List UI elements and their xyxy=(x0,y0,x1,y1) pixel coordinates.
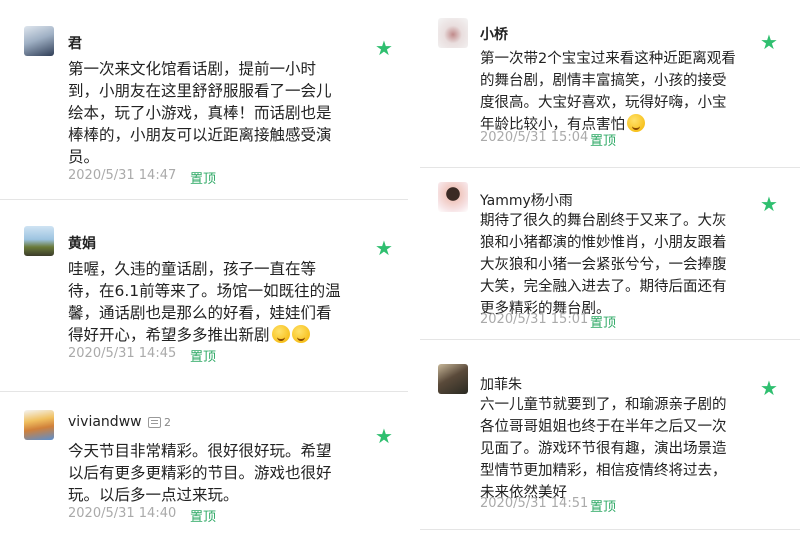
comment-timestamp: 2020/5/31 14:47 xyxy=(68,168,177,183)
comment-text-line: 玩。以后多一点过来玩。 xyxy=(68,486,239,504)
comment-text-line: 哇喔，久违的童话剧，孩子一直在等 xyxy=(68,260,317,278)
comment-timestamp: 2020/5/31 15:04 xyxy=(480,130,589,145)
grimace-emoji-icon xyxy=(627,114,645,132)
comment-text-line: 型情节更加精彩，相信疫情终将过去， xyxy=(480,463,727,479)
comment-text-line: 绘本，玩了小游戏，真棒！而话剧也是 xyxy=(68,104,332,122)
comment-text: 第一次带2个宝宝过来看这种近距离观看 的舞台剧，剧情丰富搞笑，小孩的接受 度很高… xyxy=(480,48,780,136)
pin-link[interactable]: 置顶 xyxy=(590,496,616,515)
pin-link[interactable]: 置顶 xyxy=(190,346,216,365)
pin-link[interactable]: 置顶 xyxy=(190,168,216,187)
comment-text: 今天节目非常精彩。很好很好玩。希望 以后有更多更精彩的节目。游戏也很好 玩。以后… xyxy=(68,440,388,506)
comment-text-line: 待，在6.1前等来了。场馆一如既往的温 xyxy=(68,282,341,300)
comment-author[interactable]: 君 xyxy=(68,33,82,53)
comment-text-fragment: 得好开心，希望多多推出新剧 xyxy=(68,326,270,344)
comment-timestamp: 2020/5/31 14:45 xyxy=(68,346,177,361)
comment-text-line: 度很高。大宝好喜欢，玩得好嗨，小宝 xyxy=(480,95,727,111)
avatar[interactable] xyxy=(24,226,54,256)
comment-author[interactable]: 小桥 xyxy=(480,24,508,44)
comment-text: 六一儿童节就要到了，和瑜源亲子剧的 各位哥哥姐姐也终于在半年之后又一次 见面了。… xyxy=(480,394,780,504)
column-gap xyxy=(412,0,418,542)
comment-column-left: 君 ★ 第一次来文化馆看话剧，提前一小时 到，小朋友在这里舒舒服服看了一会儿 绘… xyxy=(0,0,408,542)
avatar[interactable] xyxy=(24,26,54,56)
avatar[interactable] xyxy=(438,18,468,48)
comment-text-line: 期待了很久的舞台剧终于又来了。大灰 xyxy=(480,213,727,229)
comment-text-line: 第一次来文化馆看话剧，提前一小时 xyxy=(68,60,317,78)
avatar[interactable] xyxy=(438,182,468,212)
comment-text-line: 大笑，完全融入进去了。期待后面还有 xyxy=(480,279,727,295)
avatar[interactable] xyxy=(24,410,54,440)
reply-count-badge[interactable]: 2 xyxy=(148,416,171,429)
comment-text-line: 员。 xyxy=(68,148,100,166)
comment-text-line: 馨，通话剧也是那么的好看，娃娃们看 xyxy=(68,304,332,322)
comment-item: 君 ★ 第一次来文化馆看话剧，提前一小时 到，小朋友在这里舒舒服服看了一会儿 绘… xyxy=(0,0,408,200)
pin-link[interactable]: 置顶 xyxy=(590,312,616,331)
comment-item: 加菲朱 ★ 六一儿童节就要到了，和瑜源亲子剧的 各位哥哥姐姐也终于在半年之后又一… xyxy=(420,340,800,530)
comment-author[interactable]: 加菲朱 xyxy=(480,374,522,394)
comment-item: 小桥 ★ 第一次带2个宝宝过来看这种近距离观看 的舞台剧，剧情丰富搞笑，小孩的接… xyxy=(420,0,800,168)
comment-item: Yammy杨小雨 ★ 期待了很久的舞台剧终于又来了。大灰 狼和小猪都演的惟妙惟肖… xyxy=(420,168,800,340)
comment-text-line: 见面了。游戏环节很有趣，演出场景造 xyxy=(480,441,727,457)
avatar[interactable] xyxy=(438,364,468,394)
comment-text-line: 以后有更多更精彩的节目。游戏也很好 xyxy=(68,464,332,482)
comment-text-line: 狼和小猪都演的惟妙惟肖，小朋友跟着 xyxy=(480,235,727,251)
grin-emoji-icon xyxy=(271,325,290,343)
comment-item: viviandww 2 ★ 今天节目非常精彩。很好很好玩。希望 以后有更多更精彩… xyxy=(0,392,408,542)
grin-emoji-icon xyxy=(291,325,310,343)
comment-text-line: 第一次带2个宝宝过来看这种近距离观看 xyxy=(480,51,736,67)
star-icon[interactable]: ★ xyxy=(375,38,393,58)
comment-timestamp: 2020/5/31 14:51 xyxy=(480,496,589,511)
comment-author[interactable]: Yammy杨小雨 xyxy=(480,190,573,210)
comment-author[interactable]: viviandww xyxy=(68,414,142,430)
comment-column-right: 小桥 ★ 第一次带2个宝宝过来看这种近距离观看 的舞台剧，剧情丰富搞笑，小孩的接… xyxy=(420,0,800,530)
comment-timestamp: 2020/5/31 15:01 xyxy=(480,312,589,327)
comment-bubble-icon xyxy=(148,417,161,428)
comment-text: 哇喔，久违的童话剧，孩子一直在等 待，在6.1前等来了。场馆一如既往的温 馨，通… xyxy=(68,258,388,346)
comment-author[interactable]: 黄娟 xyxy=(68,233,96,253)
comment-text-line: 各位哥哥姐姐也终于在半年之后又一次 xyxy=(480,419,727,435)
pin-link[interactable]: 置顶 xyxy=(590,130,616,149)
comment-timestamp: 2020/5/31 14:40 xyxy=(68,506,177,521)
star-icon[interactable]: ★ xyxy=(375,238,393,258)
comment-text-line: 今天节目非常精彩。很好很好玩。希望 xyxy=(68,442,332,460)
comment-text-line: 六一儿童节就要到了，和瑜源亲子剧的 xyxy=(480,397,727,413)
comment-text: 期待了很久的舞台剧终于又来了。大灰 狼和小猪都演的惟妙惟肖，小朋友跟着 大灰狼和… xyxy=(480,210,780,320)
comment-text-line: 大灰狼和小猪一会紧张兮兮，一会捧腹 xyxy=(480,257,727,273)
comment-text-line: 棒棒的，小朋友可以近距离接触感受演 xyxy=(68,126,332,144)
pin-link[interactable]: 置顶 xyxy=(190,506,216,525)
comment-text-line: 到，小朋友在这里舒舒服服看了一会儿 xyxy=(68,82,332,100)
reply-count: 2 xyxy=(164,416,171,429)
comment-item: 黄娟 ★ 哇喔，久违的童话剧，孩子一直在等 待，在6.1前等来了。场馆一如既往的… xyxy=(0,200,408,392)
comment-text-line: 的舞台剧，剧情丰富搞笑，小孩的接受 xyxy=(480,73,727,89)
comment-text: 第一次来文化馆看话剧，提前一小时 到，小朋友在这里舒舒服服看了一会儿 绘本，玩了… xyxy=(68,58,388,168)
comment-text-line: 得好开心，希望多多推出新剧 xyxy=(68,324,388,346)
